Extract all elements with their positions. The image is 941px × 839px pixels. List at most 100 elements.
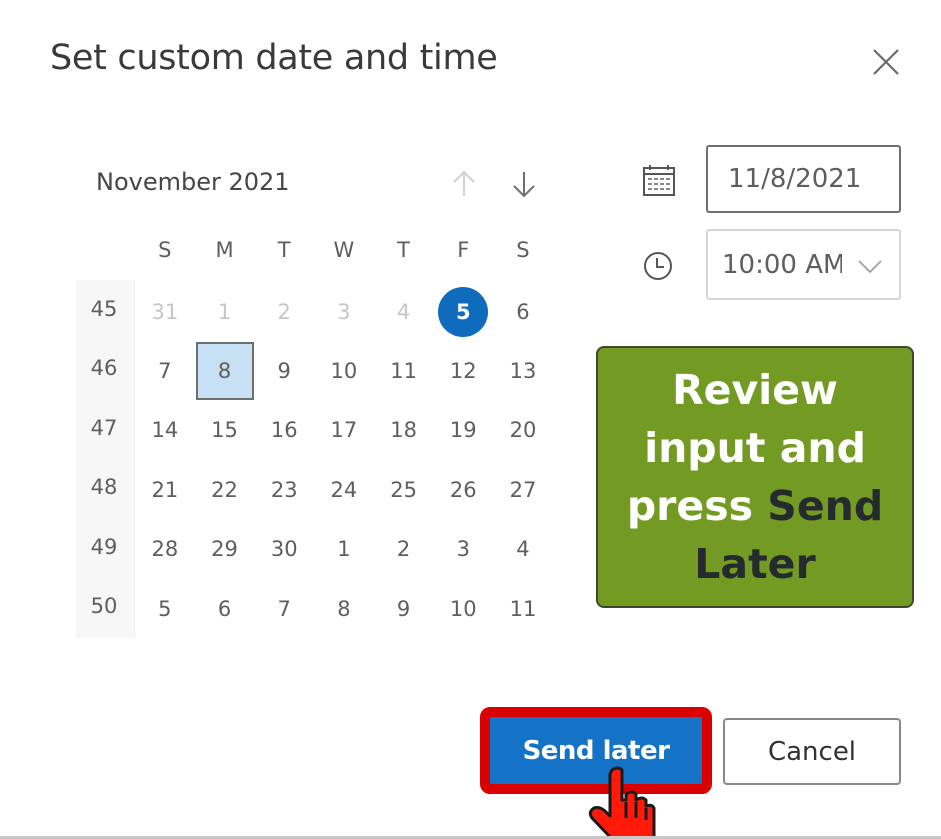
week-number: 45 xyxy=(90,297,118,321)
weekday-label: T xyxy=(397,238,410,262)
close-button[interactable] xyxy=(866,42,906,82)
day-number: 8 xyxy=(337,596,351,621)
day-number: 11 xyxy=(390,359,417,384)
day-number: 5 xyxy=(438,286,489,337)
calendar-day[interactable]: 18 xyxy=(374,401,434,460)
day-number: 9 xyxy=(277,359,291,384)
calendar-day[interactable]: 10 xyxy=(314,341,374,400)
calendar-day[interactable]: 28 xyxy=(135,520,195,579)
week-number: 48 xyxy=(90,475,118,500)
calendar-day[interactable]: 3 xyxy=(433,520,493,579)
week-number: 47 xyxy=(90,415,118,440)
chevron-down-icon xyxy=(858,260,882,274)
calendar-day[interactable]: 8 xyxy=(314,579,374,638)
custom-date-time-dialog: Set custom date and time November 2021 S… xyxy=(0,0,941,839)
calendar-day[interactable]: 4 xyxy=(493,520,553,579)
weekday-label: M xyxy=(215,238,234,262)
calendar-day[interactable]: 20 xyxy=(493,401,553,460)
calendar-day[interactable]: 1 xyxy=(195,282,255,341)
calendar-day[interactable]: 13 xyxy=(493,341,553,400)
calendar-day[interactable]: 11 xyxy=(374,341,434,400)
calendar-day[interactable]: 9 xyxy=(254,341,314,400)
calendar-day[interactable]: 12 xyxy=(433,341,493,400)
calendar-day[interactable]: 26 xyxy=(433,460,493,519)
day-number: 2 xyxy=(277,299,291,324)
day-number: 18 xyxy=(390,418,417,443)
day-number: 10 xyxy=(449,596,477,621)
day-number: 17 xyxy=(330,418,358,443)
calendar-day-selected[interactable]: 8 xyxy=(195,341,255,401)
calendar-day[interactable]: 30 xyxy=(254,520,314,579)
day-number: 25 xyxy=(390,477,417,502)
day-number: 9 xyxy=(396,596,411,621)
day-number: 6 xyxy=(217,596,232,621)
weekday-label: S xyxy=(516,238,530,262)
calendar-day[interactable]: 24 xyxy=(314,460,374,519)
day-number: 27 xyxy=(509,477,537,502)
week-number-column: 45 46 47 48 49 50 xyxy=(76,280,135,638)
calendar-day[interactable]: 5 xyxy=(135,579,195,638)
weekday-label: T xyxy=(277,238,291,262)
calendar-day[interactable]: 31 xyxy=(135,282,195,341)
next-month-button[interactable] xyxy=(506,166,542,202)
calendar-day[interactable]: 27 xyxy=(493,460,553,519)
calendar-day[interactable]: 6 xyxy=(493,282,553,341)
day-number: 29 xyxy=(211,537,238,562)
week-number: 49 xyxy=(90,534,118,559)
day-number: 7 xyxy=(277,596,291,621)
calendar-day[interactable]: 4 xyxy=(374,282,434,341)
calendar-day[interactable]: 1 xyxy=(314,520,374,579)
day-number: 2 xyxy=(396,537,411,562)
day-number: 28 xyxy=(151,537,179,562)
calendar-day[interactable]: 6 xyxy=(195,579,255,638)
calendar-day[interactable]: 11 xyxy=(493,579,553,638)
calendar-day[interactable]: 19 xyxy=(433,401,493,460)
calendar-day[interactable]: 15 xyxy=(195,401,255,460)
calendar-day[interactable]: 7 xyxy=(254,579,314,638)
calendar-day[interactable]: 10 xyxy=(433,579,493,638)
day-number: 13 xyxy=(509,359,537,384)
calendar-day[interactable]: 21 xyxy=(135,460,195,519)
day-number: 24 xyxy=(330,477,358,502)
calendar-day[interactable]: 23 xyxy=(254,460,314,519)
day-number: 15 xyxy=(211,418,238,443)
day-number: 10 xyxy=(330,359,358,384)
arrow-down-icon xyxy=(513,172,535,198)
day-number: 20 xyxy=(509,418,537,443)
day-number: 23 xyxy=(270,477,298,502)
day-number: 4 xyxy=(396,299,411,324)
calendar-day[interactable]: 14 xyxy=(135,401,195,460)
calendar-day[interactable]: 7 xyxy=(135,341,195,400)
calendar-day[interactable]: 9 xyxy=(374,579,434,638)
calendar-day[interactable]: 2 xyxy=(374,520,434,579)
weekday-label: W xyxy=(333,238,355,262)
clock-icon xyxy=(644,252,672,280)
date-input[interactable]: 11/8/2021 xyxy=(706,145,901,213)
calendar-days-grid: 31 1 2 3 4 5 6 7 8 9 10 11 12 13 14 15 16 17 18 19 20 21 22 23 2… xyxy=(135,282,553,638)
day-number: 7 xyxy=(158,359,172,384)
day-number: 14 xyxy=(151,418,179,443)
day-number: 16 xyxy=(270,418,298,443)
week-number: 50 xyxy=(90,594,118,618)
calendar-day[interactable]: 25 xyxy=(374,460,434,519)
instruction-callout: Review input and press Send Later xyxy=(596,346,914,608)
day-number: 1 xyxy=(337,537,351,562)
day-number: 3 xyxy=(456,537,470,562)
month-year-label: November 2021 xyxy=(96,168,290,196)
close-icon xyxy=(873,49,899,75)
calendar-day[interactable]: 22 xyxy=(195,460,255,519)
calendar-day[interactable]: 16 xyxy=(254,401,314,460)
calendar-day[interactable]: 3 xyxy=(314,282,374,341)
time-dropdown[interactable]: 10:00 AM xyxy=(706,229,901,300)
calendar-day[interactable]: 29 xyxy=(195,520,255,579)
day-number: 5 xyxy=(158,596,172,621)
day-number: 22 xyxy=(211,477,238,502)
weekday-label: S xyxy=(158,238,172,262)
send-later-button[interactable]: Send later xyxy=(490,717,702,784)
time-value: 10:00 AM xyxy=(722,249,842,280)
calendar-day[interactable]: 17 xyxy=(314,401,374,460)
calendar-day[interactable]: 2 xyxy=(254,282,314,341)
previous-month-button[interactable] xyxy=(446,166,482,202)
calendar-day-today[interactable]: 5 xyxy=(433,282,493,341)
cancel-button[interactable]: Cancel xyxy=(723,718,901,785)
